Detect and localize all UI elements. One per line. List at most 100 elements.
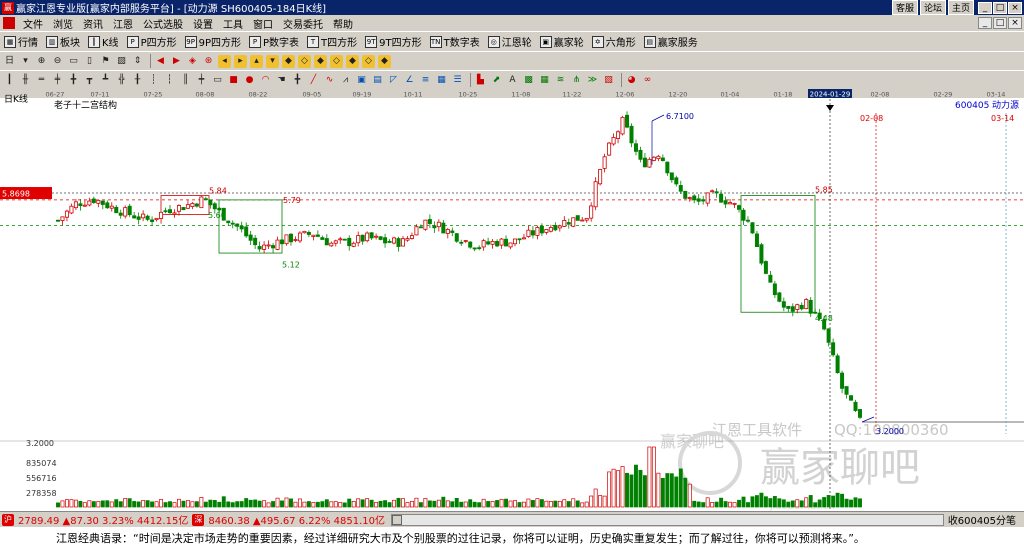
move-down-icon[interactable]: ▾ [266,54,279,68]
step-icon[interactable]: ┳ [83,74,96,87]
move-right-icon[interactable]: ▸ [234,54,247,68]
zoom-in-icon[interactable]: ⊕ [35,55,48,68]
reset-view-icon[interactable]: ◈ [186,55,199,68]
gann-wheel-button[interactable]: ◎ 江恩轮 [484,34,536,49]
mdi-close-button[interactable]: × [1008,17,1022,29]
t-square-button[interactable]: T T四方形 [303,34,361,49]
tick-data-note[interactable]: 收600405分笔 [948,512,1024,527]
mdi-minimize-button[interactable]: _ [978,17,992,29]
target-icon[interactable]: ⊛ [202,55,215,68]
t-number-table-button[interactable]: TN T数字表 [426,34,484,49]
move-left-icon[interactable]: ◂ [218,54,231,68]
zoom-icon[interactable]: ◆ [282,54,295,68]
arrow-icon[interactable]: ⬈ [490,74,503,87]
day-period-icon[interactable]: 日 [3,55,16,68]
cycle-icon[interactable]: ☰ [451,74,464,87]
bars-icon[interactable]: ┃ [3,74,16,87]
grid-fill-icon[interactable]: ▩ [522,74,535,87]
color-icon[interactable]: ▙ [474,74,487,87]
columns-icon[interactable]: ║ [179,74,192,87]
menu-tools[interactable]: 工具 [218,16,248,31]
flag-icon[interactable]: ⚑ [99,55,112,68]
expand-icon[interactable]: ◆ [314,54,327,68]
scrollbar-thumb[interactable] [392,514,403,525]
9p-square-button[interactable]: 9P 9P四方形 [181,34,245,49]
menu-trade[interactable]: 交易委托 [278,16,328,31]
dropdown-arrow-icon[interactable]: ▾ [19,55,32,68]
grid-tool-icon[interactable]: ▦ [435,74,448,87]
crosshair-icon[interactable]: ╋ [291,74,304,87]
arrows-icon[interactable]: ⇕ [131,55,144,68]
drawing-icon[interactable]: ▨ [115,55,128,68]
menu-settings[interactable]: 设置 [188,16,218,31]
palette-icon[interactable]: ▧ [602,74,615,87]
compress-icon[interactable]: ◇ [298,54,311,68]
winner-wheel-button[interactable]: ▣ 赢家轮 [536,34,588,49]
menu-gann[interactable]: 江恩 [108,16,138,31]
homepage-link[interactable]: 主页 [947,0,974,15]
last-bar-icon[interactable]: ▶ [170,55,183,68]
shenzhen-index[interactable]: 8460.38 ▲495.67 6.22% 4851.10亿 [206,512,387,527]
mesh-icon[interactable]: ▦ [538,74,551,87]
p-number-table-button[interactable]: P P数字表 [245,34,303,49]
ruler-icon[interactable]: ┿ [195,74,208,87]
quotes-button[interactable]: ▦ 行情 [0,34,42,49]
zigzag-icon[interactable]: ⩘ [339,74,352,87]
kline-chart[interactable]: 06-27 07-11 07-25 08-08 08-22 09-05 09-19 10-11… [0,89,1024,512]
link-icon[interactable]: ∞ [641,74,654,87]
price-icon[interactable]: ◇ [362,54,375,68]
pointer-icon[interactable]: ☚ [275,74,288,87]
cross-bar-icon[interactable]: ╋ [67,74,80,87]
fib-icon[interactable]: ≡ [419,74,432,87]
first-bar-icon[interactable]: ◀ [154,55,167,68]
move-up-icon[interactable]: ▴ [250,54,263,68]
hexagon-button[interactable]: ✡ 六角形 [588,34,640,49]
chart-pie-icon[interactable]: ◕ [625,74,638,87]
chart-type-icon[interactable]: ▯ [83,55,96,68]
kline-button[interactable]: ┃ K线 [84,34,123,49]
text-tool-icon[interactable]: A [506,74,519,87]
winner-service-button[interactable]: ▤ 赢家服务 [640,34,702,49]
fit-icon[interactable]: ◇ [330,54,343,68]
minimize-button[interactable]: _ [978,1,992,14]
indicator-icon[interactable]: ▭ [67,55,80,68]
sector-button[interactable]: ▥ 板块 [42,34,84,49]
trend-line-icon[interactable]: ╱ [307,74,320,87]
channel-icon[interactable]: ╬ [115,74,128,87]
wave-icon[interactable]: ∿ [323,74,336,87]
layers-icon[interactable]: ▤ [371,74,384,87]
fan-icon[interactable]: ◸ [387,74,400,87]
hline-icon[interactable]: ═ [35,74,48,87]
box-icon[interactable]: ▭ [211,74,224,87]
mdi-restore-button[interactable]: □ [993,17,1007,29]
circle-mark-icon[interactable]: ● [243,74,256,87]
lines-icon[interactable]: ┆ [163,74,176,87]
vline-icon[interactable]: ╪ [51,74,64,87]
p-square-button[interactable]: P P四方形 [123,34,181,49]
split-icon[interactable]: ┻ [99,74,112,87]
time-icon[interactable]: ◆ [346,54,359,68]
kline-chart-area[interactable]: 06-27 07-11 07-25 08-08 08-22 09-05 09-19 10-11… [0,89,1024,512]
9t-square-button[interactable]: 9T 9T四方形 [361,34,425,49]
menu-window[interactable]: 窗口 [248,16,278,31]
menu-browse[interactable]: 浏览 [48,16,78,31]
maximize-button[interactable]: □ [993,1,1007,14]
customer-service-link[interactable]: 客服 [891,0,918,15]
horizontal-scrollbar[interactable] [391,513,944,526]
zigzag-tool-icon[interactable]: ≋ [554,74,567,87]
menu-formula-screen[interactable]: 公式选股 [138,16,188,31]
square-mark-icon[interactable]: ■ [227,74,240,87]
scale-icon[interactable]: ◆ [378,54,391,68]
menu-help[interactable]: 帮助 [328,16,358,31]
menu-file[interactable]: 文件 [18,16,48,31]
forum-link[interactable]: 论坛 [919,0,946,15]
menu-info[interactable]: 资讯 [78,16,108,31]
angle-icon[interactable]: ∠ [403,74,416,87]
grid-lines-icon[interactable]: ╂ [131,74,144,87]
image-tool-icon[interactable]: ▣ [355,74,368,87]
arc-icon[interactable]: ◠ [259,74,272,87]
dots-icon[interactable]: ┊ [147,74,160,87]
shanghai-index[interactable]: 2789.49 ▲87.30 3.23% 4412.15亿 [16,512,190,527]
close-button[interactable]: × [1008,1,1022,14]
double-bars-icon[interactable]: ╫ [19,74,32,87]
